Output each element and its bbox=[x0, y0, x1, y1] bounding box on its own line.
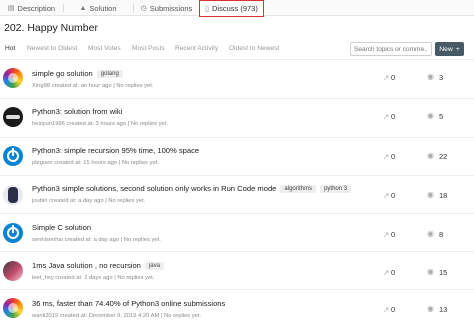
tag[interactable]: algorithms bbox=[280, 185, 317, 193]
post-author[interactable]: leet_hxy bbox=[32, 275, 54, 281]
list-item[interactable]: Python3: simple recursion 95% time, 100%… bbox=[0, 138, 474, 174]
vote-count: 0 bbox=[391, 230, 396, 239]
page-title: 202. Happy Number bbox=[4, 22, 98, 34]
list-item[interactable]: 1ms Java solution , no recursion java lee… bbox=[0, 252, 474, 288]
avatar bbox=[3, 185, 23, 205]
vote-count: 0 bbox=[391, 73, 396, 82]
post-title[interactable]: Simple C solution bbox=[32, 223, 91, 232]
solution-icon: ▲ bbox=[79, 4, 87, 12]
post-meta: leet_hxy created at: 2 days ago | No rep… bbox=[32, 275, 155, 281]
post-title[interactable]: simple go solution golang bbox=[32, 69, 123, 78]
view-count: 8 bbox=[439, 230, 444, 239]
tab-solution-label: Solution bbox=[89, 3, 117, 13]
view-count: 3 bbox=[439, 73, 444, 82]
sort-most-votes[interactable]: Most Votes bbox=[88, 45, 121, 52]
avatar bbox=[3, 261, 23, 281]
tab-submissions[interactable]: ◷ Submissions bbox=[133, 0, 200, 16]
post-meta: Xing98 created at: an hour ago | No repl… bbox=[32, 83, 154, 89]
view-count: 15 bbox=[439, 268, 448, 277]
vote-count: 0 bbox=[391, 152, 396, 161]
tab-solution[interactable]: ▲ Solution bbox=[63, 0, 133, 16]
eye-icon: ◉ bbox=[427, 229, 434, 238]
tab-description[interactable]: ▤ Description bbox=[0, 0, 63, 16]
sort-recent-activity[interactable]: Recent Activity bbox=[175, 45, 218, 52]
post-title[interactable]: Python3 simple solutions, second solutio… bbox=[32, 184, 352, 193]
post-meta: hesiyun1996 created at: 3 hours ago | No… bbox=[32, 121, 168, 127]
list-item[interactable]: Python3: solution from wiki hesiyun1996 … bbox=[0, 99, 474, 135]
tab-discuss-label: Discuss (973) bbox=[212, 4, 258, 13]
avatar bbox=[3, 68, 23, 88]
sort-oldest[interactable]: Oldest to Newest bbox=[229, 45, 279, 52]
discuss-icon: ▯ bbox=[205, 5, 209, 13]
post-meta: senhisenhai created at: a day ago | No r… bbox=[32, 237, 161, 243]
eye-icon: ◉ bbox=[427, 151, 434, 160]
list-item[interactable]: Simple C solution senhisenhai created at… bbox=[0, 214, 474, 250]
post-author[interactable]: wanli2019 bbox=[32, 313, 58, 319]
new-topic-button[interactable]: New + bbox=[435, 42, 464, 56]
eye-icon: ◉ bbox=[427, 190, 434, 199]
description-icon: ▤ bbox=[7, 5, 15, 12]
list-item[interactable]: simple go solution golang Xing98 created … bbox=[0, 62, 474, 98]
vote-count: 0 bbox=[391, 268, 396, 277]
list-item[interactable]: 36 ms, faster than 74.40% of Python3 onl… bbox=[0, 290, 474, 326]
eye-icon: ◉ bbox=[427, 111, 434, 120]
divider bbox=[0, 59, 474, 60]
upvote-icon[interactable]: ↗ bbox=[383, 191, 389, 200]
tag[interactable]: golang bbox=[96, 70, 123, 78]
post-title[interactable]: Python3: solution from wiki bbox=[32, 107, 122, 116]
avatar bbox=[3, 223, 23, 243]
view-count: 5 bbox=[439, 112, 444, 121]
post-meta: wanli2019 created at: December 9, 2019 4… bbox=[32, 313, 202, 319]
upvote-icon[interactable]: ↗ bbox=[383, 305, 389, 314]
upvote-icon[interactable]: ↗ bbox=[383, 73, 389, 82]
post-author[interactable]: joubin bbox=[32, 198, 47, 204]
plus-icon: + bbox=[455, 45, 460, 53]
upvote-icon[interactable]: ↗ bbox=[383, 268, 389, 277]
history-icon: ◷ bbox=[140, 5, 147, 12]
sort-newest[interactable]: Newest to Oldest bbox=[27, 45, 77, 52]
vote-count: 0 bbox=[391, 305, 396, 314]
avatar bbox=[3, 107, 23, 127]
view-count: 22 bbox=[439, 152, 448, 161]
problem-tabs: ▤ Description ▲ Solution ◷ Submissions ▯… bbox=[0, 0, 474, 17]
tab-discuss[interactable]: ▯ Discuss (973) bbox=[199, 0, 264, 17]
post-title[interactable]: Python3: simple recursion 95% time, 100%… bbox=[32, 146, 199, 155]
post-meta: pleguen created at: 15 hours ago | No re… bbox=[32, 160, 159, 166]
tag[interactable]: python 3 bbox=[320, 185, 352, 193]
vote-count: 0 bbox=[391, 112, 396, 121]
post-author[interactable]: pleguen bbox=[32, 160, 53, 166]
eye-icon: ◉ bbox=[427, 72, 434, 81]
new-topic-label: New bbox=[439, 45, 453, 53]
post-title[interactable]: 1ms Java solution , no recursion java bbox=[32, 261, 164, 270]
upvote-icon[interactable]: ↗ bbox=[383, 152, 389, 161]
view-count: 18 bbox=[439, 191, 448, 200]
post-title[interactable]: 36 ms, faster than 74.40% of Python3 onl… bbox=[32, 299, 225, 308]
avatar bbox=[3, 146, 23, 166]
upvote-icon[interactable]: ↗ bbox=[383, 230, 389, 239]
list-item[interactable]: Python3 simple solutions, second solutio… bbox=[0, 176, 474, 212]
upvote-icon[interactable]: ↗ bbox=[383, 112, 389, 121]
tag[interactable]: java bbox=[144, 262, 164, 270]
sort-hot[interactable]: Hot bbox=[5, 45, 15, 52]
search-input[interactable] bbox=[350, 42, 432, 56]
post-meta: joubin created at: a day ago | No replie… bbox=[32, 198, 146, 204]
view-count: 13 bbox=[439, 305, 448, 314]
eye-icon: ◉ bbox=[427, 304, 434, 313]
vote-count: 0 bbox=[391, 191, 396, 200]
post-author[interactable]: Xing98 bbox=[32, 83, 50, 89]
avatar bbox=[3, 298, 23, 318]
sort-most-posts[interactable]: Most Posts bbox=[132, 45, 165, 52]
tab-description-label: Description bbox=[17, 3, 56, 13]
eye-icon: ◉ bbox=[427, 267, 434, 276]
post-author[interactable]: senhisenhai bbox=[32, 237, 63, 243]
post-author[interactable]: hesiyun1996 bbox=[32, 121, 65, 127]
tab-submissions-label: Submissions bbox=[149, 3, 193, 13]
